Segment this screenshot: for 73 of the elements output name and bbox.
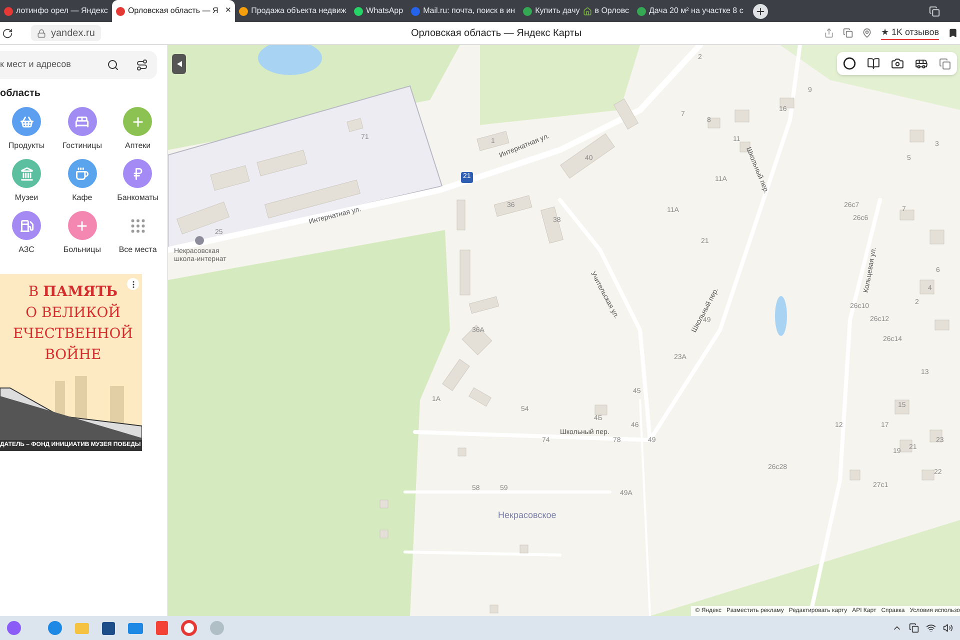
category-label: Больницы [63,244,101,256]
lock-icon [37,28,46,38]
banner-headline: ЕЧЕСТВЕННОЙ [13,324,133,344]
search-icon[interactable] [107,59,119,71]
tab-title: Mail.ru: почта, поиск в ин [423,5,516,17]
new-tab-button[interactable] [753,4,768,18]
tab-title: Дача 20 м² на участке 8 с [648,5,744,17]
copy-icon[interactable] [939,58,951,70]
book-icon[interactable] [867,57,880,70]
tab-title: Продажа объекта недвиж [251,5,346,17]
tab-title: Орловская область — Я [128,5,218,17]
site-icon [239,6,248,16]
site-icon [411,6,420,16]
category-item[interactable]: Кафе [56,159,109,204]
search-input[interactable]: к мест и адресов [0,58,100,72]
site-icon [4,6,13,16]
category-item[interactable]: Все места [111,211,164,256]
category-label: АЗС [18,244,34,256]
collapse-panel-button[interactable] [172,54,186,74]
search-field[interactable]: к мест и адресов [0,51,157,79]
location-icon[interactable] [862,28,872,38]
browser-tab[interactable]: лотинфо орел — Яндекс [0,0,112,22]
share-icon[interactable] [824,28,834,38]
browser-tab[interactable]: Mail.ru: почта, поиск в ин [407,0,520,22]
camera-icon[interactable] [891,57,904,70]
site-icon [116,6,125,16]
site-icon [354,6,364,16]
house-icon [582,6,592,16]
plus-icon [755,6,766,16]
category-item[interactable]: Банкоматы [111,159,164,204]
site-icon [523,6,532,16]
browser-tab[interactable]: Орловская область — Я × [112,0,236,22]
tab-title: лотинфо орел — Яндекс [16,5,108,17]
category-label: Аптеки [124,140,151,152]
reload-icon[interactable] [2,28,13,38]
category-item[interactable]: Музеи [0,159,53,204]
banner-headline: ВОЙНЕ [44,345,102,365]
region-heading: область [0,87,42,101]
route-icon[interactable] [136,59,148,71]
dots-grid-icon [128,216,147,234]
category-label: Музеи [14,192,38,204]
browser-tab[interactable]: Купить дачу в Орловс [519,0,633,22]
category-label: Гостиницы [62,140,102,152]
url-field[interactable]: yandex.ru [31,25,101,41]
browser-tab[interactable]: Продажа объекта недвиж [235,0,350,22]
category-item[interactable]: Продукты [0,107,53,152]
domain-text: yandex.ru [51,26,95,40]
category-item[interactable]: Гостиницы [56,107,109,152]
wifi-icon[interactable] [926,623,936,633]
more-options-button[interactable] [127,278,139,290]
category-item[interactable]: Больницы [56,211,109,256]
bus-icon[interactable] [915,57,928,70]
left-triangle-icon [176,61,182,67]
tab-title: в Орловс [594,5,629,17]
banner-headline: В ПАМЯТЬ [28,283,118,302]
category-label: Кафе [72,192,92,204]
browser-tab[interactable]: Дача 20 м² на участке 8 с [632,0,748,22]
bookmark-icon[interactable] [948,28,958,38]
banner-headline: О ВЕЛИКОЙ [26,303,120,323]
site-icon [636,6,646,16]
category-label: Продукты [8,140,45,152]
category-label: Банкоматы [117,192,158,204]
place-label: Некрасовское [498,509,556,522]
category-item[interactable]: АЗС [0,211,53,256]
reviews-link[interactable]: ★ 1K отзывов [880,26,939,40]
speaker-icon[interactable] [943,623,953,633]
browser-tab[interactable]: WhatsApp [350,0,408,22]
page-title: Орловская область — Яндекс Карты [411,26,582,40]
close-tab-button[interactable]: × [225,6,232,16]
tab-title: Купить дачу [535,5,580,17]
category-label: Все места [118,244,157,256]
category-item[interactable]: Аптеки [111,107,164,152]
tab-title: WhatsApp [366,5,404,17]
